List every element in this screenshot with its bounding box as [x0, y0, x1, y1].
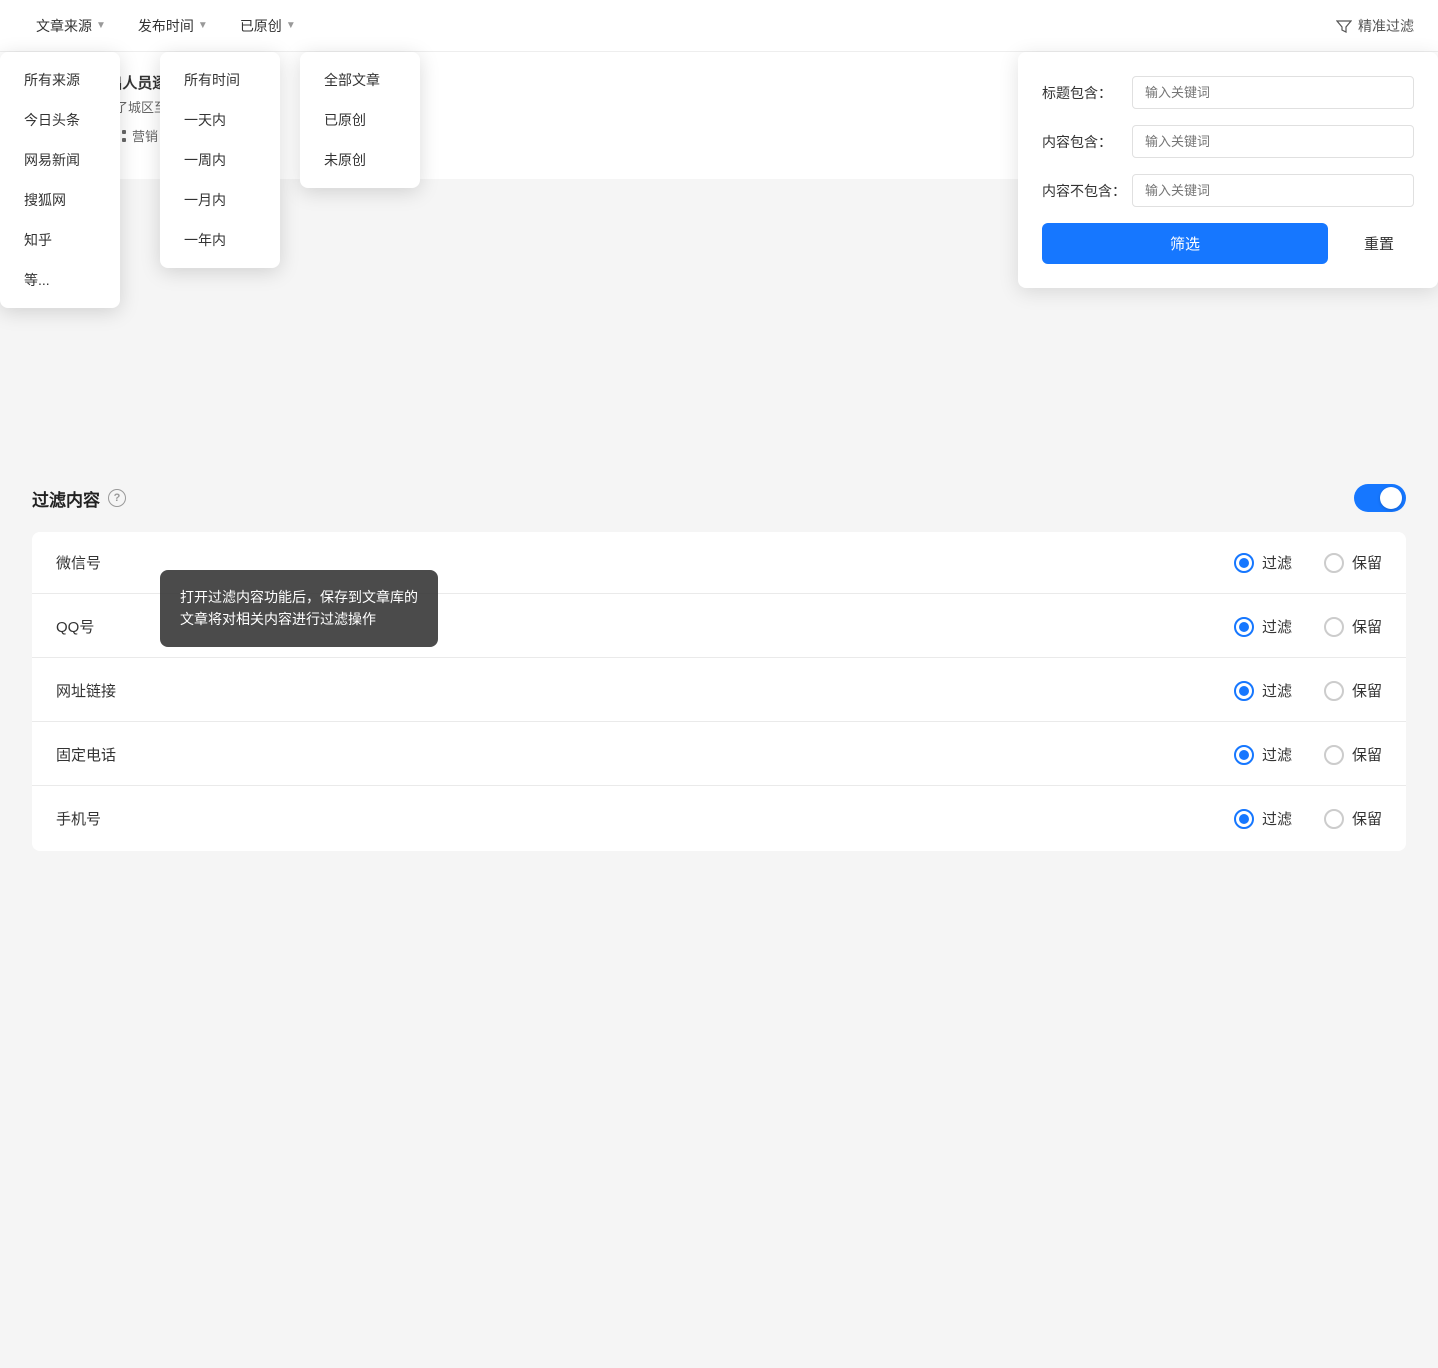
- filter-section-header: 过滤内容 ?: [32, 484, 1406, 512]
- qq-filter-radio: [1234, 617, 1254, 637]
- title-filter-row: 标题包含：: [1042, 76, 1414, 109]
- mobile-filter-option[interactable]: 过滤: [1234, 808, 1292, 829]
- content-include-input[interactable]: [1132, 125, 1414, 158]
- time-option-day[interactable]: 一天内: [160, 100, 280, 140]
- time-option-month[interactable]: 一月内: [160, 180, 280, 220]
- mobile-keep-radio: [1324, 809, 1344, 829]
- source-option-sohu[interactable]: 搜狐网: [0, 180, 120, 220]
- time-arrow-icon: ▼: [198, 20, 208, 31]
- time-filter-btn[interactable]: 发布时间 ▼: [126, 10, 220, 42]
- title-filter-input[interactable]: [1132, 76, 1414, 109]
- landline-radio-group: 过滤 保留: [1234, 744, 1382, 765]
- filter-row-url: 网址链接 过滤 保留: [32, 660, 1406, 722]
- wechat-filter-radio: [1234, 553, 1254, 573]
- landline-label: 固定电话: [56, 744, 1234, 765]
- source-filter-btn[interactable]: 文章来源 ▼: [24, 10, 118, 42]
- filter-toggle[interactable]: [1354, 484, 1406, 512]
- adv-actions: 筛选 重置: [1042, 223, 1414, 264]
- source-option-more[interactable]: 等...: [0, 260, 120, 300]
- filter-section-title: 过滤内容 ?: [32, 486, 126, 511]
- wechat-keep-option[interactable]: 保留: [1324, 552, 1382, 573]
- url-keep-radio: [1324, 681, 1344, 701]
- content-exclude-row: 内容不包含：: [1042, 174, 1414, 207]
- original-option-all[interactable]: 全部文章: [300, 60, 420, 100]
- time-option-all[interactable]: 所有时间: [160, 60, 280, 100]
- top-filter-bar: 文章来源 ▼ 发布时间 ▼ 已原创 ▼ 精准过滤: [0, 0, 1438, 52]
- wechat-keep-radio: [1324, 553, 1344, 573]
- time-option-week[interactable]: 一周内: [160, 140, 280, 180]
- time-dropdown: 所有时间 一天内 一周内 一月内 一年内: [160, 52, 280, 268]
- url-radio-group: 过滤 保留: [1234, 680, 1382, 701]
- content-include-label: 内容包含：: [1042, 132, 1132, 152]
- source-option-wangyi[interactable]: 网易新闻: [0, 140, 120, 180]
- mobile-keep-option[interactable]: 保留: [1324, 808, 1382, 829]
- toggle-knob: [1380, 487, 1402, 509]
- help-icon[interactable]: ?: [108, 489, 126, 507]
- landline-keep-radio: [1324, 745, 1344, 765]
- original-dropdown: 全部文章 已原创 未原创: [300, 52, 420, 188]
- mobile-label: 手机号: [56, 808, 1234, 829]
- qq-radio-group: 过滤 保留: [1234, 616, 1382, 637]
- advanced-filter-panel: 标题包含： 内容包含： 内容不包含： 筛选 重置: [1018, 52, 1438, 288]
- source-option-all[interactable]: 所有来源: [0, 60, 120, 100]
- original-option-yes[interactable]: 已原创: [300, 100, 420, 140]
- original-label: 已原创: [240, 16, 282, 36]
- source-option-zhihu[interactable]: 知乎: [0, 220, 120, 260]
- filter-button[interactable]: 筛选: [1042, 223, 1328, 264]
- content-include-row: 内容包含：: [1042, 125, 1414, 158]
- url-filter-radio: [1234, 681, 1254, 701]
- content-exclude-input[interactable]: [1132, 174, 1414, 207]
- original-option-no[interactable]: 未原创: [300, 140, 420, 180]
- mobile-filter-radio: [1234, 809, 1254, 829]
- qq-keep-option[interactable]: 保留: [1324, 616, 1382, 637]
- time-label: 发布时间: [138, 16, 194, 36]
- source-arrow-icon: ▼: [96, 20, 106, 31]
- filter-content-section: 过滤内容 ? 打开过滤内容功能后，保存到文章库的文章将对相关内容进行过滤操作 微…: [0, 460, 1438, 875]
- url-label: 网址链接: [56, 680, 1234, 701]
- original-filter-btn[interactable]: 已原创 ▼: [228, 10, 308, 42]
- mobile-radio-group: 过滤 保留: [1234, 808, 1382, 829]
- landline-keep-option[interactable]: 保留: [1324, 744, 1382, 765]
- wechat-radio-group: 过滤 保留: [1234, 552, 1382, 573]
- precise-filter-btn[interactable]: 精准过滤: [1336, 16, 1414, 36]
- landline-filter-radio: [1234, 745, 1254, 765]
- wechat-filter-option[interactable]: 过滤: [1234, 552, 1292, 573]
- filter-icon: [1336, 18, 1352, 34]
- tooltip-box: 打开过滤内容功能后，保存到文章库的文章将对相关内容进行过滤操作: [160, 570, 438, 647]
- url-keep-option[interactable]: 保留: [1324, 680, 1382, 701]
- filter-row-mobile: 手机号 过滤 保留: [32, 788, 1406, 849]
- source-label: 文章来源: [36, 16, 92, 36]
- title-filter-label: 标题包含：: [1042, 83, 1132, 103]
- tooltip-text: 打开过滤内容功能后，保存到文章库的文章将对相关内容进行过滤操作: [180, 589, 418, 627]
- filter-row-landline: 固定电话 过滤 保留: [32, 724, 1406, 786]
- qq-filter-option[interactable]: 过滤: [1234, 616, 1292, 637]
- qq-keep-radio: [1324, 617, 1344, 637]
- landline-filter-option[interactable]: 过滤: [1234, 744, 1292, 765]
- url-filter-option[interactable]: 过滤: [1234, 680, 1292, 701]
- content-exclude-label: 内容不包含：: [1042, 181, 1132, 201]
- original-arrow-icon: ▼: [286, 20, 296, 31]
- source-dropdown: 所有来源 今日头条 网易新闻 搜狐网 知乎 等...: [0, 52, 120, 308]
- source-option-toutiao[interactable]: 今日头条: [0, 100, 120, 140]
- precise-filter-label: 精准过滤: [1358, 16, 1414, 36]
- time-option-year[interactable]: 一年内: [160, 220, 280, 260]
- reset-button[interactable]: 重置: [1344, 223, 1414, 264]
